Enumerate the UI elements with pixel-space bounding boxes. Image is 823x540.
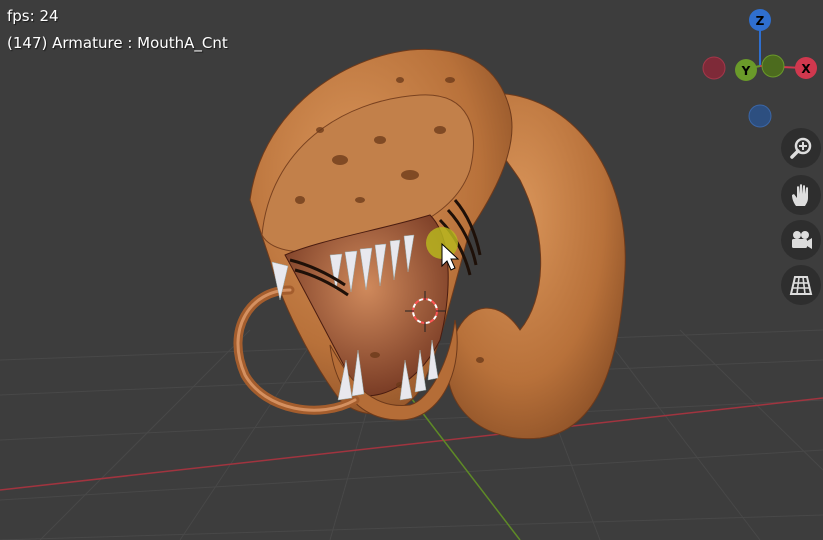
grid-perspective-icon	[789, 276, 813, 295]
navigation-gizmo[interactable]: Z Y X	[702, 9, 817, 128]
gizmo-neg-z[interactable]	[748, 104, 772, 128]
zoom-in-icon	[790, 137, 812, 159]
perspective-toggle-button[interactable]	[781, 265, 821, 305]
gizmo-x-label: X	[801, 62, 811, 76]
gizmo-y-label: Y	[741, 64, 751, 78]
object-info: (147) Armature : MouthA_Cnt	[7, 34, 228, 52]
pan-button[interactable]	[781, 175, 821, 215]
zoom-button[interactable]	[781, 128, 821, 168]
camera-view-button[interactable]	[781, 220, 821, 260]
gizmo-neg-x[interactable]	[702, 56, 726, 80]
camera-icon	[792, 231, 812, 249]
fps-value: 24	[39, 7, 59, 25]
frame-number: (147)	[7, 34, 48, 52]
fps-readout: fps: 24	[7, 7, 59, 25]
hand-icon	[792, 184, 808, 206]
gizmo-neg-y[interactable]	[761, 54, 785, 78]
object-path: Armature : MouthA_Cnt	[52, 34, 228, 52]
3d-viewport[interactable]: Z Y X	[0, 0, 823, 540]
fps-label: fps:	[7, 7, 35, 25]
gizmo-z-label: Z	[756, 14, 765, 28]
